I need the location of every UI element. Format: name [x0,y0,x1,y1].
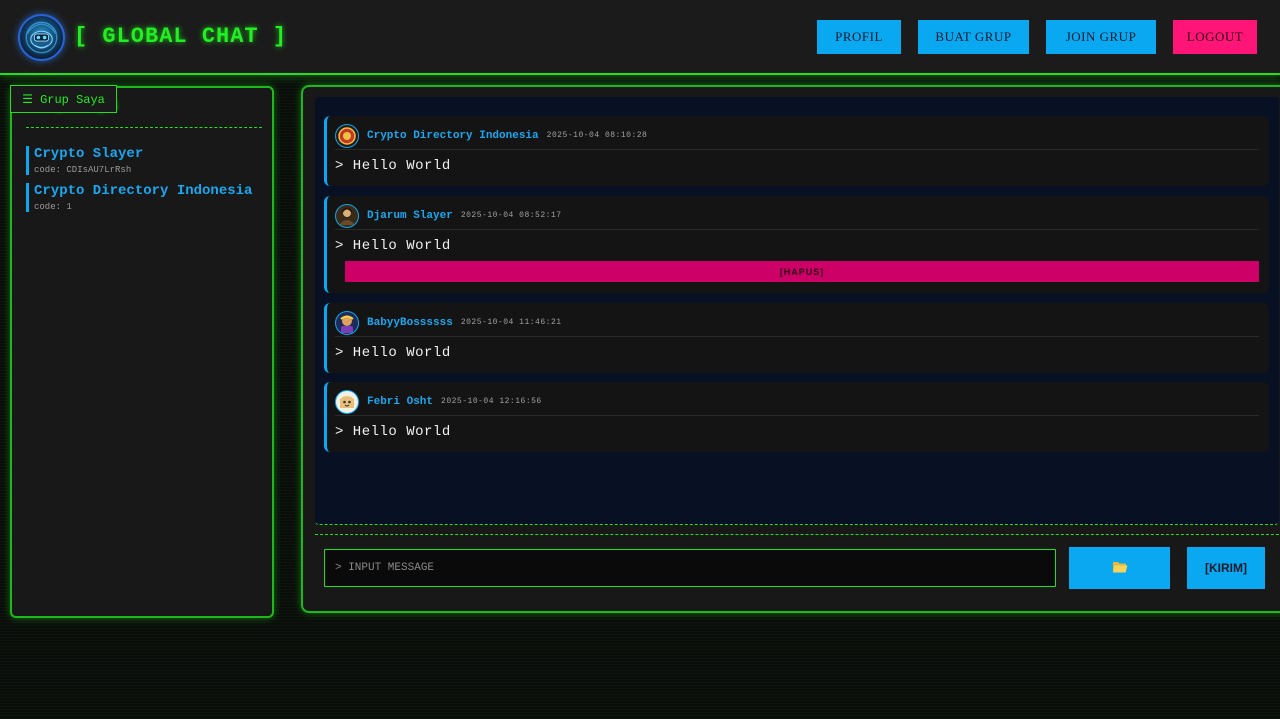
message-header: Djarum Slayer 2025-10-04 08:52:17 [335,202,1259,230]
group-name: Crypto Slayer [34,146,144,162]
avatar [335,389,359,414]
message-header: Febri Osht 2025-10-04 12:16:56 [335,388,1259,416]
message-timestamp: 2025-10-04 08:52:17 [460,211,562,220]
message-header: BabyyBossssss 2025-10-04 11:46:21 [335,309,1259,337]
chat-message: Djarum Slayer 2025-10-04 08:52:17 > Hell… [324,196,1269,293]
message-username[interactable]: Crypto Directory Indonesia [367,130,539,142]
group-list: Crypto Slayer code: CDIsAU7LrRsh Crypto … [26,146,262,220]
message-text: > Hello World [335,345,451,361]
message-text: > Hello World [335,424,451,440]
delete-message-button[interactable]: [HAPUS] [345,261,1259,282]
chat-message: Febri Osht 2025-10-04 12:16:56 > Hello W… [324,382,1269,452]
folder-icon [1112,560,1128,577]
message-timestamp: 2025-10-04 08:10:28 [546,131,648,140]
group-item[interactable]: Crypto Directory Indonesia code: 1 [26,183,262,212]
app-title: [ GLOBAL CHAT ] [74,24,288,49]
sidebar-panel: Grup Saya ☰ Grup Saya Crypto Slayer code… [10,85,274,618]
sidebar-toggle-button[interactable]: ☰ Grup Saya [10,85,117,113]
avatar [335,203,359,228]
message-username[interactable]: Febri Osht [367,396,433,408]
avatar [335,310,359,335]
join-group-button[interactable]: JOIN GRUP [1046,20,1156,54]
message-timestamp: 2025-10-04 11:46:21 [460,318,562,327]
message-input[interactable] [324,549,1056,587]
group-item[interactable]: Crypto Slayer code: CDIsAU7LrRsh [26,146,262,175]
chat-message: Crypto Directory Indonesia 2025-10-04 08… [324,116,1269,186]
group-code: code: CDIsAU7LrRsh [34,165,132,175]
attach-file-button[interactable] [1069,547,1170,589]
composer-divider [315,534,1279,535]
sidebar-toggle-label: ☰ Grup Saya [22,92,105,107]
message-username[interactable]: Djarum Slayer [367,210,453,222]
chat-panel: Crypto Directory Indonesia 2025-10-04 08… [301,85,1280,613]
logout-button[interactable]: LOGOUT [1173,20,1257,54]
create-group-button[interactable]: BUAT GRUP [918,20,1029,54]
chat-message: BabyyBossssss 2025-10-04 11:46:21 > Hell… [324,303,1269,373]
message-text: > Hello World [335,238,451,254]
top-header: [ GLOBAL CHAT ] PROFIL BUAT GRUP JOIN GR… [0,0,1280,75]
avatar [335,123,359,148]
message-timestamp: 2025-10-04 12:16:56 [441,397,542,406]
message-list[interactable]: Crypto Directory Indonesia 2025-10-04 08… [315,97,1279,525]
message-text: > Hello World [335,158,451,174]
message-header: Crypto Directory Indonesia 2025-10-04 08… [335,122,1259,150]
group-name: Crypto Directory Indonesia [34,183,253,199]
robot-globe-logo-icon [18,14,65,61]
group-code: code: 1 [34,202,72,212]
send-button[interactable]: [KIRIM] [1187,547,1265,589]
message-username[interactable]: BabyyBossssss [367,317,453,329]
profile-button[interactable]: PROFIL [817,20,901,54]
